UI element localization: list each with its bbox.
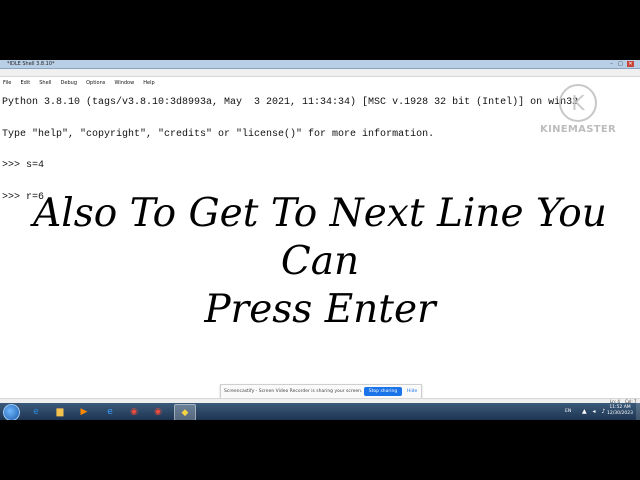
title-bar: *IDLE Shell 3.8.10* – □ ✕: [0, 60, 640, 69]
folder-icon: ▆: [56, 406, 64, 417]
chrome-icon: ◉: [130, 406, 138, 417]
media-player-icon: ▶: [80, 406, 88, 417]
clock[interactable]: 11:52 AM 12/30/2023: [605, 405, 635, 417]
start-button[interactable]: [3, 404, 20, 420]
chrome-icon: ◉: [154, 406, 162, 417]
python-idle-icon: ◆: [181, 407, 189, 418]
desktop-screen: *IDLE Shell 3.8.10* – □ ✕ File Edit Shel…: [0, 60, 640, 420]
taskbar-app-button[interactable]: e: [26, 404, 46, 419]
taskbar-app-button[interactable]: ◉: [124, 404, 144, 419]
ie-icon: e: [33, 406, 39, 417]
taskbar-app-button[interactable]: ◉: [148, 404, 168, 419]
window-title: *IDLE Shell 3.8.10*: [7, 61, 55, 67]
taskbar-app-button[interactable]: e: [100, 404, 120, 419]
show-desktop-button[interactable]: [636, 403, 640, 420]
caption-line-2: Press Enter: [204, 287, 436, 332]
language-indicator[interactable]: EN: [565, 403, 571, 420]
close-button[interactable]: ✕: [627, 61, 634, 67]
watermark-text: KINEMASTER: [540, 124, 616, 135]
stop-sharing-button[interactable]: Stop sharing: [364, 387, 402, 396]
ie-icon: e: [107, 406, 113, 417]
caption-line-1: Also To Get To Next Line You Can: [33, 191, 607, 284]
kinemaster-logo-icon: K: [559, 84, 597, 122]
taskbar-app-button[interactable]: ▶: [74, 404, 94, 419]
taskbar: e ▆ ▶ e ◉ ◉ ◆ EN ▲ ◂ ♪ 11:52 AM 12/30/2023: [0, 403, 640, 420]
minimize-button[interactable]: –: [608, 61, 615, 67]
screen-sharing-notification: Screencastify - Screen Video Recorder is…: [220, 384, 422, 399]
clock-date: 12/30/2023: [607, 411, 633, 416]
hide-link[interactable]: Hide: [407, 385, 417, 398]
kinemaster-watermark: K KINEMASTER: [534, 84, 622, 135]
taskbar-app-button[interactable]: ▆: [50, 404, 70, 419]
sharing-message: Screencastify - Screen Video Recorder is…: [224, 389, 363, 394]
maximize-button[interactable]: □: [617, 61, 624, 67]
shell-input-line: >>> s=4: [2, 160, 45, 171]
video-caption: Also To Get To Next Line You Can Press E…: [0, 190, 640, 334]
menu-bar: File Edit Shell Debug Options Window Hel…: [0, 69, 640, 86]
taskbar-app-button[interactable]: ◆: [174, 404, 196, 420]
system-tray-icons[interactable]: ▲ ◂ ♪: [582, 403, 607, 420]
